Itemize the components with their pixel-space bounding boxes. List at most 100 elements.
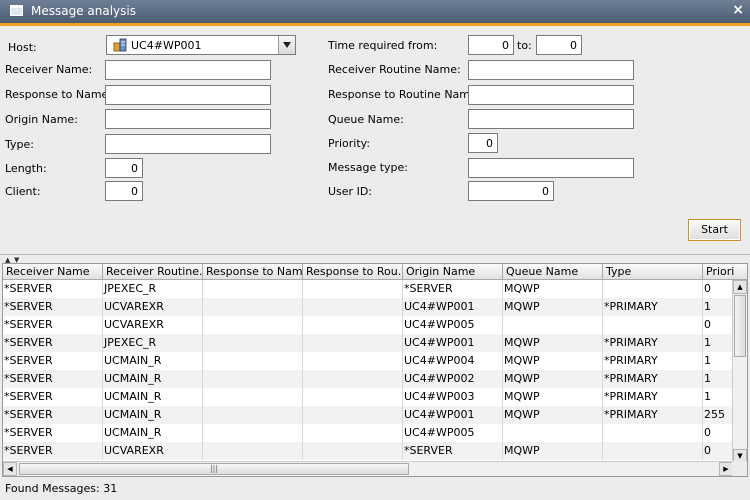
table-row[interactable]: *SERVER UCMAIN_R UC4#WP001 MQWP *PRIMARY 255 xyxy=(3,406,733,424)
table-cell xyxy=(303,388,403,406)
table-cell: UCMAIN_R xyxy=(103,406,203,424)
table-cell: *PRIMARY xyxy=(603,352,703,370)
column-header[interactable]: Response to Rou... xyxy=(303,264,403,280)
column-header[interactable]: Priori xyxy=(703,264,747,280)
table-cell: UCMAIN_R xyxy=(103,352,203,370)
response-to-name-field[interactable] xyxy=(105,85,271,105)
table-cell: UC4#WP001 xyxy=(403,406,503,424)
table-cell xyxy=(203,316,303,334)
priority-label: Priority: xyxy=(328,137,371,150)
table-cell xyxy=(603,442,703,460)
to-label: to: xyxy=(517,39,532,52)
table-cell: UC4#WP005 xyxy=(403,316,503,334)
table-cell: UCVAREXR xyxy=(103,298,203,316)
found-messages-status: Found Messages: 31 xyxy=(5,482,118,495)
title-bar[interactable]: Message analysis × xyxy=(0,0,750,23)
receiver-name-field[interactable] xyxy=(105,60,271,80)
chevron-down-icon[interactable] xyxy=(278,36,295,54)
table-cell xyxy=(203,334,303,352)
message-analysis-window: Message analysis × Host: UC4#WP001 Recei… xyxy=(0,0,750,500)
type-field[interactable] xyxy=(105,134,271,154)
client-field[interactable] xyxy=(105,181,143,201)
table-cell xyxy=(303,424,403,442)
table-cell xyxy=(303,280,403,298)
column-header[interactable]: Type xyxy=(603,264,703,280)
table-cell: MQWP xyxy=(503,352,603,370)
horizontal-scrollbar[interactable]: ◀ ||| ▶ xyxy=(3,461,733,476)
response-to-routine-name-label: Response to Routine Name: xyxy=(328,88,481,101)
close-icon[interactable]: × xyxy=(732,2,744,18)
table-row[interactable]: *SERVER JPEXEC_R UC4#WP001 MQWP *PRIMARY 1 xyxy=(3,334,733,352)
table-row[interactable]: *SERVER UCVAREXR UC4#WP001 MQWP *PRIMARY 1 xyxy=(3,298,733,316)
table-cell xyxy=(203,424,303,442)
table-row[interactable]: *SERVER UCMAIN_R UC4#WP003 MQWP *PRIMARY 1 xyxy=(3,388,733,406)
table-cell: MQWP xyxy=(503,442,603,460)
table-row[interactable]: *SERVER UCMAIN_R UC4#WP004 MQWP *PRIMARY 1 xyxy=(3,352,733,370)
response-to-name-label: Response to Name: xyxy=(5,88,113,101)
table-row[interactable]: *SERVER UCMAIN_R UC4#WP002 MQWP *PRIMARY 1 xyxy=(3,370,733,388)
origin-name-label: Origin Name: xyxy=(5,113,78,126)
table-cell: UC4#WP001 xyxy=(403,298,503,316)
table-cell: UCVAREXR xyxy=(103,316,203,334)
host-select[interactable]: UC4#WP001 xyxy=(106,35,296,55)
table-cell xyxy=(303,352,403,370)
column-header[interactable]: Receiver Routine... xyxy=(103,264,203,280)
table-cell xyxy=(203,388,303,406)
table-cell: UCMAIN_R xyxy=(103,388,203,406)
table-row[interactable]: *SERVER UCVAREXR UC4#WP005 0 xyxy=(3,316,733,334)
panel-splitter[interactable]: ▲ ▼ xyxy=(0,254,750,264)
table-cell: UCVAREXR xyxy=(103,442,203,460)
message-type-field[interactable] xyxy=(468,158,634,178)
column-header[interactable]: Origin Name xyxy=(403,264,503,280)
queue-name-field[interactable] xyxy=(468,109,634,129)
vertical-scroll-thumb[interactable] xyxy=(734,295,746,357)
window-title: Message analysis xyxy=(31,4,136,18)
start-button[interactable]: Start xyxy=(688,219,741,241)
message-type-label: Message type: xyxy=(328,161,408,174)
table-cell: UCMAIN_R xyxy=(103,424,203,442)
column-header[interactable]: Receiver Name xyxy=(3,264,103,280)
receiver-routine-name-field[interactable] xyxy=(468,60,634,80)
client-label: Client: xyxy=(5,185,41,198)
response-to-routine-name-field[interactable] xyxy=(468,85,634,105)
table-cell xyxy=(303,442,403,460)
time-from-field[interactable] xyxy=(468,35,514,55)
window-icon xyxy=(10,5,23,16)
receiver-routine-name-label: Receiver Routine Name: xyxy=(328,63,461,76)
table-cell xyxy=(303,298,403,316)
table-row[interactable]: *SERVER JPEXEC_R *SERVER MQWP 0 xyxy=(3,280,733,298)
table-cell xyxy=(203,442,303,460)
table-cell: UC4#WP002 xyxy=(403,370,503,388)
table-cell: *PRIMARY xyxy=(603,298,703,316)
table-cell: *SERVER xyxy=(3,442,103,460)
table-cell xyxy=(603,316,703,334)
time-to-field[interactable] xyxy=(536,35,582,55)
horizontal-scroll-thumb[interactable]: ||| xyxy=(19,463,409,475)
column-header[interactable]: Queue Name xyxy=(503,264,603,280)
table-cell: *SERVER xyxy=(403,280,503,298)
table-row[interactable]: *SERVER UCVAREXR *SERVER MQWP 0 xyxy=(3,442,733,460)
priority-field[interactable] xyxy=(468,133,498,153)
column-header[interactable]: Response to Name xyxy=(203,264,303,280)
vertical-scrollbar[interactable]: ▲ ▼ xyxy=(732,280,747,463)
time-required-from-label: Time required from: xyxy=(328,39,438,52)
table-header: Receiver Name Receiver Routine... Response… xyxy=(3,264,747,280)
table-cell: *SERVER xyxy=(3,352,103,370)
table-cell: MQWP xyxy=(503,334,603,352)
receiver-name-label: Receiver Name: xyxy=(5,63,93,76)
table-row[interactable]: *SERVER UCMAIN_R UC4#WP005 0 xyxy=(3,424,733,442)
table-cell xyxy=(203,406,303,424)
table-cell: *SERVER xyxy=(3,298,103,316)
scroll-right-icon[interactable]: ▶ xyxy=(719,462,733,476)
scroll-left-icon[interactable]: ◀ xyxy=(3,462,17,476)
table-cell: *SERVER xyxy=(403,442,503,460)
scroll-up-icon[interactable]: ▲ xyxy=(733,280,747,294)
origin-name-field[interactable] xyxy=(105,109,271,129)
table-cell xyxy=(603,280,703,298)
server-icon xyxy=(113,38,127,52)
user-id-field[interactable] xyxy=(468,181,554,201)
length-field[interactable] xyxy=(105,158,143,178)
user-id-label: User ID: xyxy=(328,185,372,198)
table-cell: UCMAIN_R xyxy=(103,370,203,388)
table-cell: *PRIMARY xyxy=(603,406,703,424)
